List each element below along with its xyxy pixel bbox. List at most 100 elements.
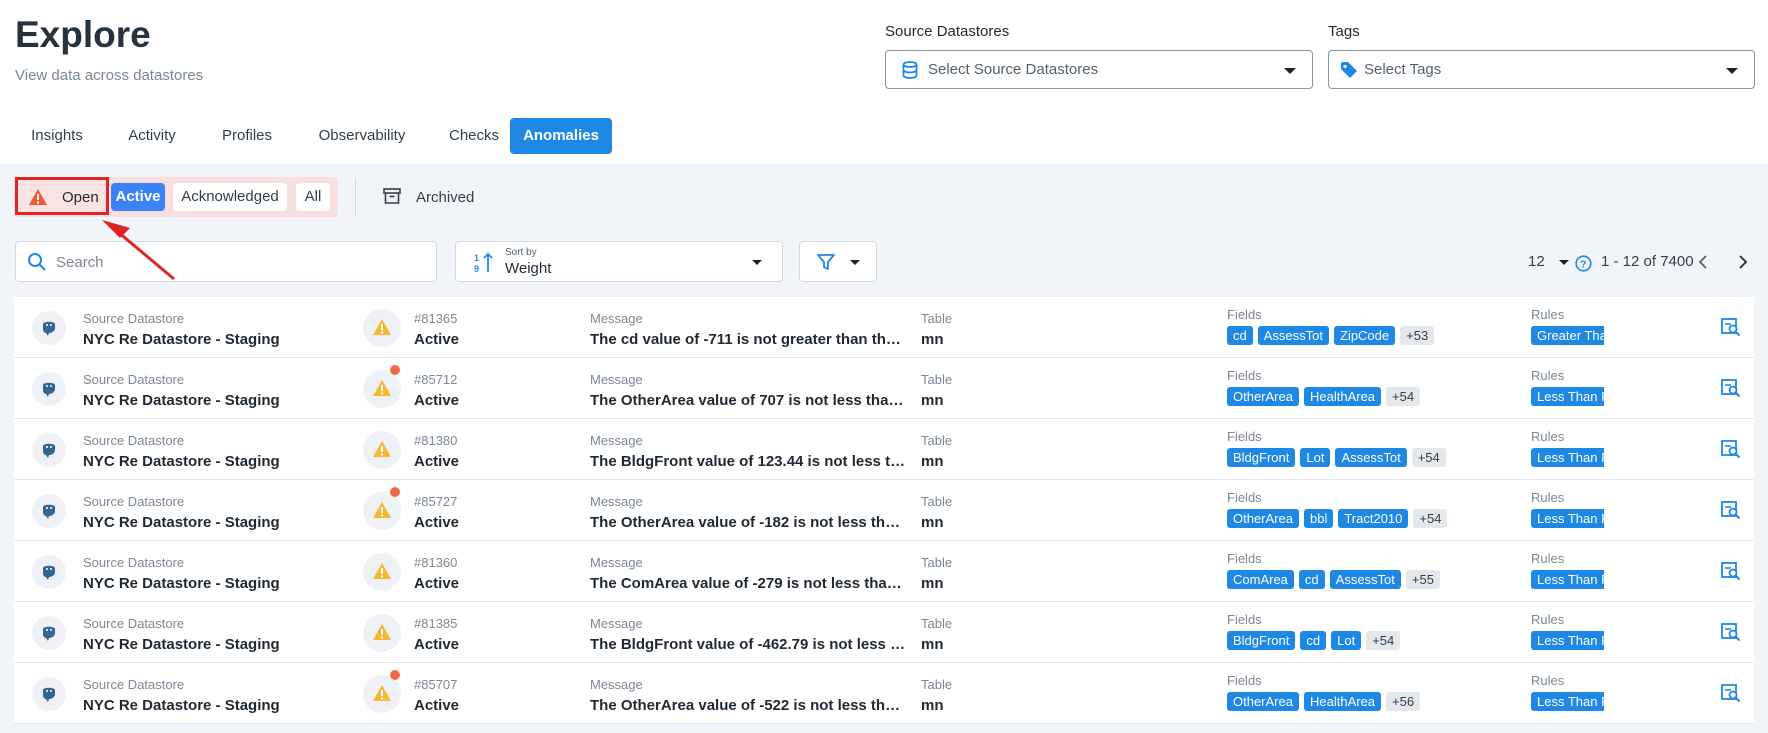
field-chip[interactable]: AssessTot — [1335, 448, 1407, 467]
more-fields-badge[interactable]: +55 — [1405, 570, 1440, 589]
field-chip[interactable]: BldgFront — [1227, 448, 1296, 467]
tab-anomalies[interactable]: Anomalies — [510, 118, 612, 154]
anomaly-row[interactable]: Source Datastore NYC Re Datastore - Stag… — [14, 541, 1754, 602]
more-fields-badge[interactable]: +54 — [1413, 509, 1448, 528]
acknowledged-status-button[interactable]: Acknowledged — [173, 183, 287, 211]
field-chip[interactable]: OtherArea — [1227, 387, 1299, 406]
field-chip[interactable]: OtherArea — [1227, 509, 1299, 528]
sort-select[interactable]: 19 Sort by Weight — [455, 241, 783, 282]
more-fields-badge[interactable]: +56 — [1386, 692, 1421, 711]
field-chip[interactable]: cd — [1300, 631, 1327, 650]
anomaly-row[interactable]: Source Datastore NYC Re Datastore - Stag… — [14, 358, 1754, 419]
inspect-icon[interactable] — [1721, 317, 1741, 337]
all-status-button[interactable]: All — [296, 183, 330, 211]
chevron-down-icon — [1558, 259, 1569, 265]
field-chip[interactable]: Tract2010 — [1338, 509, 1409, 528]
anomaly-row[interactable]: Source Datastore NYC Re Datastore - Stag… — [14, 602, 1754, 663]
table-label: Table — [921, 372, 953, 387]
tab-insights[interactable]: Insights — [14, 118, 100, 154]
tab-observability[interactable]: Observability — [298, 118, 426, 154]
anomaly-list: Source Datastore NYC Re Datastore - Stag… — [14, 297, 1754, 724]
warning-icon — [373, 380, 391, 396]
anomaly-row[interactable]: Source Datastore NYC Re Datastore - Stag… — [14, 663, 1754, 724]
table-label: Table — [921, 677, 953, 692]
inspect-icon[interactable] — [1721, 683, 1741, 703]
help-icon[interactable]: ? — [1575, 255, 1592, 272]
tab-profiles[interactable]: Profiles — [204, 118, 290, 154]
anomaly-row[interactable]: Source Datastore NYC Re Datastore - Stag… — [14, 480, 1754, 541]
inspect-icon[interactable] — [1721, 561, 1741, 581]
filter-button[interactable] — [799, 241, 877, 282]
more-fields-badge[interactable]: +54 — [1411, 448, 1446, 467]
more-fields-badge[interactable]: +53 — [1400, 326, 1435, 345]
fields-chips: BldgFront cd Lot +54 — [1227, 631, 1405, 651]
filter-icon — [817, 254, 835, 270]
source-datastore-label: Source Datastore — [83, 372, 185, 387]
field-chip[interactable]: ZipCode — [1333, 326, 1396, 345]
rule-chip[interactable]: Less Than Field — [1531, 387, 1604, 406]
field-chip[interactable]: ComArea — [1227, 570, 1294, 589]
table-name: mn — [921, 575, 944, 592]
field-chip[interactable]: cd — [1298, 570, 1325, 589]
field-chip[interactable]: BldgFront — [1227, 631, 1296, 650]
anomaly-id: #85707 — [414, 677, 458, 692]
anomaly-row[interactable]: Source Datastore NYC Re Datastore - Stag… — [14, 297, 1754, 358]
rule-chip[interactable]: Less Than Field — [1531, 692, 1604, 711]
archived-label: Archived — [416, 189, 475, 206]
rule-chip[interactable]: Less Than Field — [1531, 509, 1604, 528]
field-chip[interactable]: AssessTot — [1329, 570, 1401, 589]
field-chip[interactable]: cd — [1227, 326, 1253, 345]
rules-label: Rules — [1531, 673, 1565, 688]
tags-select[interactable]: Select Tags — [1328, 50, 1755, 89]
chevron-right-icon[interactable] — [1737, 254, 1749, 270]
new-indicator-dot — [390, 487, 400, 497]
anomaly-message: The OtherArea value of -182 is not less … — [590, 514, 908, 531]
fields-label: Fields — [1227, 429, 1262, 444]
source-datastores-select[interactable]: Select Source Datastores — [885, 50, 1313, 89]
anomaly-status: Active — [414, 636, 460, 653]
rule-chip[interactable]: Less Than Field — [1531, 448, 1604, 467]
chevron-left-icon[interactable] — [1697, 254, 1709, 270]
fields-chips: cd AssessTot ZipCode +53 — [1227, 326, 1439, 346]
more-fields-badge[interactable]: +54 — [1366, 631, 1401, 650]
field-chip[interactable]: AssessTot — [1257, 326, 1329, 345]
more-fields-badge[interactable]: +54 — [1386, 387, 1421, 406]
field-chip[interactable]: Lot — [1300, 448, 1331, 467]
anomaly-row[interactable]: Source Datastore NYC Re Datastore - Stag… — [14, 419, 1754, 480]
inspect-icon[interactable] — [1721, 378, 1741, 398]
field-chip[interactable]: Lot — [1331, 631, 1362, 650]
active-status-button[interactable]: Active — [111, 183, 165, 211]
message-label: Message — [590, 372, 643, 387]
datastore-avatar — [32, 372, 66, 406]
warning-icon — [29, 189, 47, 205]
inspect-icon[interactable] — [1721, 500, 1741, 520]
tab-checks[interactable]: Checks — [434, 118, 514, 154]
field-chip[interactable]: OtherArea — [1227, 692, 1299, 711]
rule-chip[interactable]: Greater Than — [1531, 326, 1604, 345]
rule-chip[interactable]: Less Than Field — [1531, 631, 1604, 650]
rule-chip[interactable]: Less Than Field — [1531, 570, 1604, 589]
field-chip[interactable]: HealthArea — [1303, 387, 1382, 406]
inspect-icon[interactable] — [1721, 622, 1741, 642]
page-subtitle: View data across datastores — [15, 67, 204, 84]
search-field[interactable] — [15, 241, 437, 282]
chevron-down-icon — [1284, 68, 1296, 74]
anomaly-id: #81365 — [414, 311, 458, 326]
anomaly-status-icon — [363, 614, 401, 652]
anomaly-message: The BldgFront value of -462.79 is not le… — [590, 636, 908, 653]
search-input[interactable] — [54, 250, 418, 274]
archive-icon — [383, 188, 401, 204]
divider — [355, 178, 356, 216]
field-chip[interactable]: HealthArea — [1303, 692, 1382, 711]
page-title: Explore — [15, 14, 151, 55]
field-chip[interactable]: bbl — [1303, 509, 1334, 528]
anomaly-status-icon — [363, 553, 401, 591]
open-status-button[interactable]: Open — [15, 177, 109, 215]
tab-activity[interactable]: Activity — [108, 118, 196, 154]
warning-icon — [373, 319, 391, 335]
source-datastore-label: Source Datastore — [83, 677, 185, 692]
page-size-select[interactable]: 12 — [1528, 253, 1569, 270]
inspect-icon[interactable] — [1721, 439, 1741, 459]
warning-icon — [373, 563, 391, 579]
rules-label: Rules — [1531, 551, 1565, 566]
